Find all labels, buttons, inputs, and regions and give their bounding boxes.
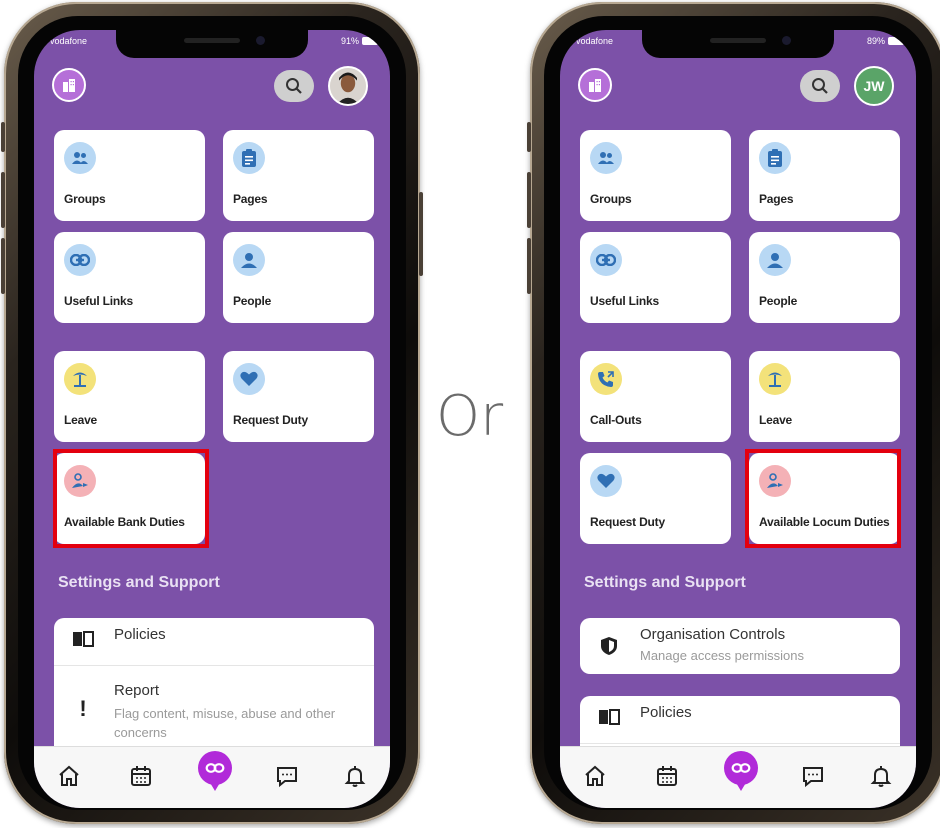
search-button[interactable]: [274, 70, 314, 102]
tile-label: Useful Links: [590, 294, 659, 308]
highlight-box: [745, 449, 901, 548]
carrier-label: vodafone: [50, 36, 88, 46]
home-icon[interactable]: [54, 761, 84, 791]
carrier-label: vodafone: [576, 36, 614, 46]
shield-icon: [598, 635, 620, 657]
clipboard-icon: [233, 142, 265, 174]
tile-label: Leave: [64, 413, 98, 427]
link-icon: [64, 244, 96, 276]
settings-title: Settings and Support: [58, 574, 220, 591]
bottom-nav: [560, 746, 916, 808]
tile-call-outs[interactable]: Call-Outs: [580, 351, 731, 442]
battery-level: 91%: [340, 36, 359, 46]
report-row[interactable]: ! Report Flag content, misuse, abuse and…: [54, 666, 374, 758]
person-icon: [233, 244, 265, 276]
phone-left: vodafone 91% Groups Pages Useful Links P…: [1, 2, 423, 824]
app-screen-left: vodafone 91% Groups Pages Useful Links P…: [34, 30, 390, 808]
avatar[interactable]: [328, 66, 368, 106]
policies-label: Policies: [114, 626, 166, 643]
groups-icon: [590, 142, 622, 174]
org-controls-title: Organisation Controls: [640, 626, 786, 643]
heart-icon: [590, 465, 622, 497]
tile-people[interactable]: People: [749, 232, 900, 323]
tile-useful-links[interactable]: Useful Links: [54, 232, 205, 323]
chat-icon[interactable]: [272, 761, 302, 791]
highlight-box: [53, 449, 209, 548]
phone-right: vodafone 89% JW Groups Pages Useful Link…: [527, 2, 940, 824]
chat-icon[interactable]: [798, 761, 828, 791]
report-title: Report: [114, 682, 160, 699]
person-icon: [759, 244, 791, 276]
home-icon[interactable]: [580, 761, 610, 791]
tile-label: People: [759, 294, 798, 308]
policies-row[interactable]: Policies: [54, 618, 374, 665]
policies-label: Policies: [640, 704, 692, 721]
tile-request-duty[interactable]: Request Duty: [580, 453, 731, 544]
phone-forward-icon: [590, 363, 622, 395]
battery-icon: [888, 37, 904, 45]
calendar-icon[interactable]: [126, 761, 156, 791]
clipboard-icon: [759, 142, 791, 174]
tile-useful-links[interactable]: Useful Links: [580, 232, 731, 323]
app-screen-right: vodafone 89% JW Groups Pages Useful Link…: [560, 30, 916, 808]
calendar-icon[interactable]: [652, 761, 682, 791]
link-icon: [590, 244, 622, 276]
heart-icon: [233, 363, 265, 395]
palm-tree-icon: [759, 363, 791, 395]
tile-label: Groups: [64, 192, 106, 206]
org-logo-icon[interactable]: [578, 68, 612, 102]
search-icon: [286, 78, 302, 94]
hub-icon[interactable]: [198, 751, 232, 791]
bell-icon[interactable]: [340, 761, 370, 791]
battery-icon: [362, 37, 378, 45]
avatar[interactable]: JW: [854, 66, 894, 106]
groups-icon: [64, 142, 96, 174]
battery-level: 89%: [866, 36, 885, 46]
tile-label: Leave: [759, 413, 793, 427]
comparison-page: vodafone 91% Groups Pages Useful Links P…: [0, 0, 940, 828]
tile-label: Request Duty: [590, 515, 665, 529]
tile-label: People: [233, 294, 272, 308]
tile-label: Useful Links: [64, 294, 133, 308]
tile-groups[interactable]: Groups: [54, 130, 205, 221]
report-subtitle: Flag content, misuse, abuse and other co…: [114, 706, 336, 740]
org-controls-row[interactable]: Organisation Controls Manage access perm…: [580, 618, 900, 674]
tile-leave[interactable]: Leave: [749, 351, 900, 442]
org-controls-card[interactable]: Organisation Controls Manage access perm…: [580, 618, 900, 674]
search-button[interactable]: [800, 70, 840, 102]
settings-title: Settings and Support: [584, 574, 746, 591]
policies-row[interactable]: Policies: [580, 696, 900, 743]
book-icon: [72, 628, 94, 650]
tile-label: Request Duty: [233, 413, 308, 427]
tile-label: Pages: [759, 192, 794, 206]
tile-groups[interactable]: Groups: [580, 130, 731, 221]
tile-label: Call-Outs: [590, 413, 642, 427]
tile-label: Groups: [590, 192, 632, 206]
tile-request-duty[interactable]: Request Duty: [223, 351, 374, 442]
hub-icon[interactable]: [724, 751, 758, 791]
bell-icon[interactable]: [866, 761, 896, 791]
separator-text: Or: [436, 384, 504, 449]
book-icon: [598, 706, 620, 728]
org-logo-icon[interactable]: [52, 68, 86, 102]
org-controls-subtitle: Manage access permissions: [640, 648, 805, 663]
tile-leave[interactable]: Leave: [54, 351, 205, 442]
tile-pages[interactable]: Pages: [223, 130, 374, 221]
tile-pages[interactable]: Pages: [749, 130, 900, 221]
tile-people[interactable]: People: [223, 232, 374, 323]
palm-tree-icon: [64, 363, 96, 395]
settings-card: Policies ! Report Flag content, misuse, …: [54, 618, 374, 758]
exclamation-icon: !: [79, 696, 87, 721]
search-icon: [812, 78, 828, 94]
tile-label: Pages: [233, 192, 268, 206]
bottom-nav: [34, 746, 390, 808]
